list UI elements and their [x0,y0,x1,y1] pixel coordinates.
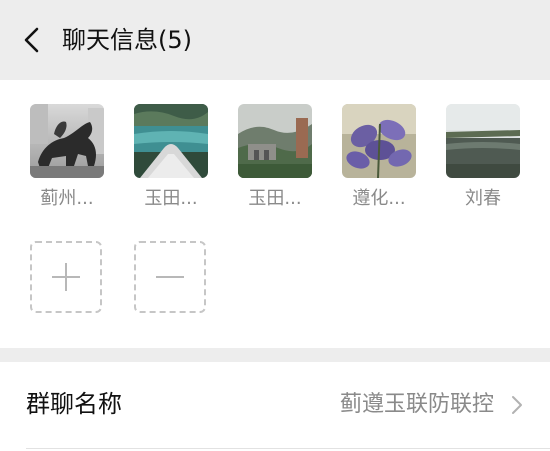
member-avatar [238,104,312,178]
member-avatar [134,104,208,178]
chevron-right-icon [512,396,522,414]
page-title: 聊天信息(5) [62,26,192,54]
member-item[interactable]: 蓟州... [22,104,112,211]
settings-panel: 群聊名称 蓟遵玉联防联控 [0,362,550,451]
member-avatar [446,104,520,178]
plus-icon [52,263,80,291]
member-item[interactable]: 遵化... [334,104,424,211]
remove-member-button[interactable] [134,241,206,313]
member-name: 玉田... [144,188,198,209]
group-name-value: 蓟遵玉联防联控 [339,392,494,417]
row-divider [26,448,550,449]
members-panel: 蓟州... 玉田... 玉田... 遵化... 刘春 [0,80,550,348]
chevron-left-icon [24,27,39,53]
group-name-row[interactable]: 群聊名称 蓟遵玉联防联控 [0,362,550,448]
top-bar: 聊天信息(5) [0,0,550,80]
member-name: 刘春 [465,188,501,209]
member-name: 遵化... [352,188,406,209]
minus-icon [156,276,184,278]
member-avatar [30,104,104,178]
member-name: 蓟州... [40,188,94,209]
group-name-label: 群聊名称 [26,390,122,418]
member-name: 玉田... [248,188,302,209]
member-item[interactable]: 玉田... [126,104,216,211]
back-button[interactable] [14,22,50,58]
add-member-button[interactable] [30,241,102,313]
member-item[interactable]: 玉田... [230,104,320,211]
member-avatar [342,104,416,178]
member-item[interactable]: 刘春 [438,104,528,211]
